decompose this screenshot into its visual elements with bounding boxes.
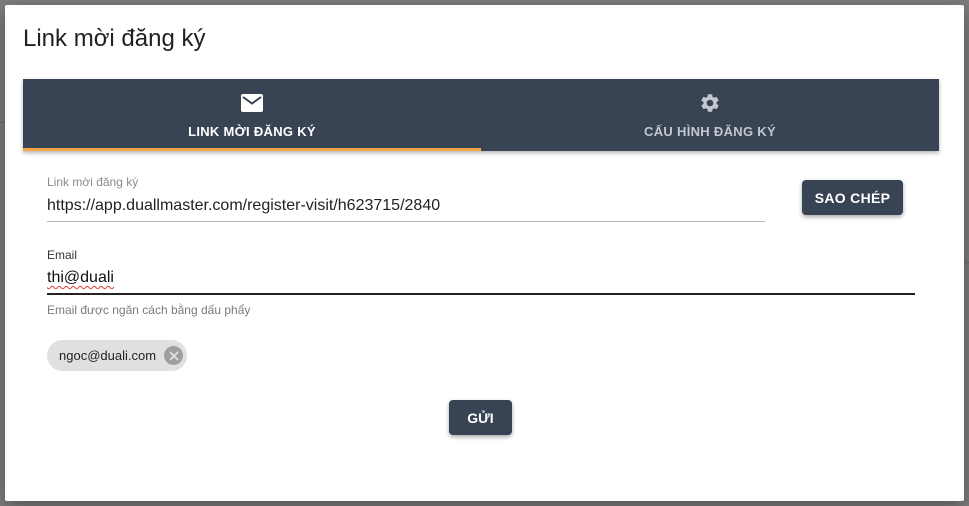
send-button[interactable]: GỬI [449,400,512,435]
tab-register-config[interactable]: CẤU HÌNH ĐĂNG KÝ [481,79,939,151]
dialog-title: Link mời đăng ký [23,25,206,52]
mail-icon [241,92,263,114]
close-icon[interactable] [164,346,184,365]
invite-link-label: Link mời đăng ký [47,175,139,189]
email-hint: Email được ngăn cách bằng dấu phẩy [47,303,251,317]
email-chip: ngoc@duali.com [47,340,188,371]
tab-invite-link[interactable]: LINK MỜI ĐĂNG KÝ [23,79,481,151]
copy-button[interactable]: SAO CHÉP [802,180,903,215]
tab-label: CẤU HÌNH ĐĂNG KÝ [644,124,776,139]
invite-dialog: Link mời đăng ký LINK MỜI ĐĂNG KÝ CẤU HÌ… [5,5,964,501]
background-divider [964,262,969,263]
gear-icon [699,92,721,114]
email-chip-text: ngoc@duali.com [59,348,157,363]
tab-bar: LINK MỜI ĐĂNG KÝ CẤU HÌNH ĐĂNG KÝ [23,79,939,151]
email-input[interactable]: thi@duali [47,269,915,295]
email-input-value: thi@duali [47,269,114,286]
email-label: Email [47,248,78,262]
tab-label: LINK MỜI ĐĂNG KÝ [188,124,316,139]
invite-link-field[interactable]: https://app.duallmaster.com/register-vis… [47,197,765,222]
